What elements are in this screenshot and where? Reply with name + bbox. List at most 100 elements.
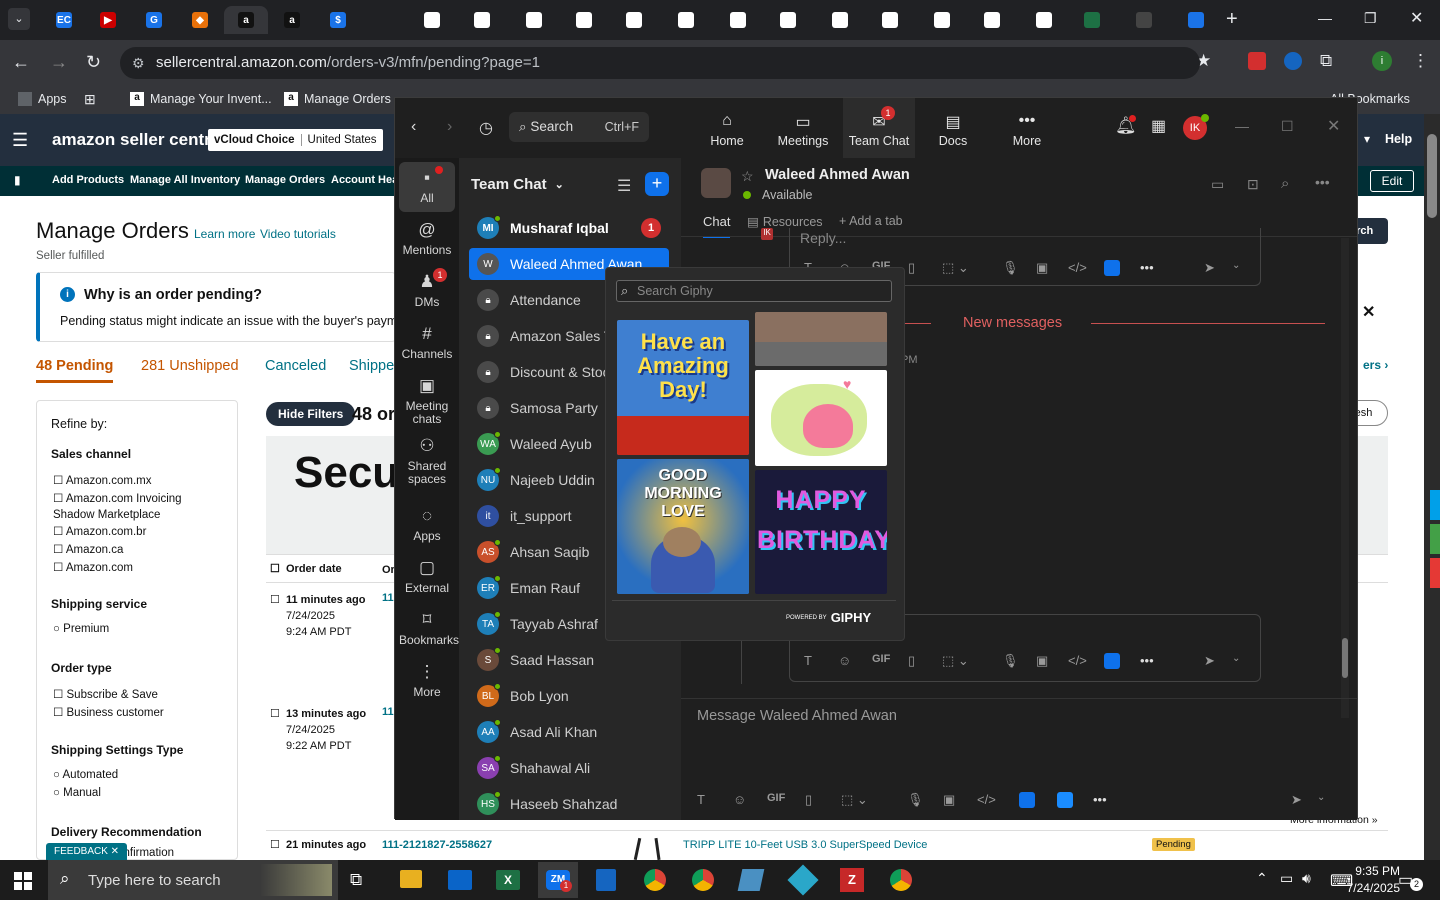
back-icon[interactable]: ‹ [411,118,416,136]
hide-filters-button[interactable]: Hide Filters [266,402,356,426]
send-icon[interactable]: ➤ [1204,260,1215,276]
chrome-menu-icon[interactable]: ⋮ [1412,51,1429,71]
feedback-tab[interactable]: FEEDBACK ✕ [46,843,128,861]
gif-good-morning[interactable]: GOOD MORNING LOVE [617,459,749,594]
windows-start-icon[interactable] [14,872,32,890]
tab-canceled[interactable]: Canceled [265,358,326,374]
order-id-link[interactable]: 111-2121827-2558627 [382,839,492,851]
browser-tab[interactable] [564,6,604,34]
chat-list-item[interactable]: AA Asad Ali Khan [469,716,669,748]
browser-tab[interactable]: ▶ [86,6,130,34]
browser-tab[interactable]: a [270,6,314,34]
address-bar[interactable]: ⚙ sellercentral.amazon.com/orders-v3/mfn… [120,47,1200,79]
video-tutorials-link[interactable]: Video tutorials [260,227,336,241]
help-link[interactable]: Help [1385,132,1412,146]
rail-channels[interactable]: # Channels [399,318,455,368]
browser-tab[interactable] [1176,6,1216,34]
order-id-link[interactable]: 11 [382,592,394,604]
chevron-down-icon[interactable]: ⌄ [1232,260,1240,271]
file-icon[interactable]: ▯ [908,653,915,669]
profile-avatar[interactable]: i [1372,51,1392,71]
filter-icon[interactable]: ☰ [617,176,631,196]
video-message-icon[interactable]: ▣ [1036,260,1048,276]
gif-amazing-day[interactable]: Have an Amazing Day! [617,320,749,455]
file-icon[interactable]: ▯ [908,260,915,276]
search-icon[interactable]: ⌕ [1281,175,1289,192]
video-call-icon[interactable]: ▭ [1211,176,1224,193]
maximize-icon[interactable]: ☐ [1281,118,1294,135]
bookmark-manage-inventory[interactable]: a Manage Your Invent... [130,92,272,106]
browser-tab[interactable] [820,6,860,34]
browser-tab[interactable] [1072,6,1112,34]
browser-tab[interactable] [1024,6,1064,34]
browser-tab[interactable]: $ [316,6,360,34]
app-icon[interactable] [737,869,765,891]
table-row[interactable]: ☐ 13 minutes ago 7/24/2025 9:22 AM PDT [270,706,366,754]
browser-tab[interactable] [922,6,962,34]
back-icon[interactable]: ← [12,52,30,73]
browser-tab[interactable] [462,6,502,34]
emoji-icon[interactable]: ☺ [838,653,851,668]
chat-list-item[interactable]: BL Bob Lyon [469,680,669,712]
maximize-icon[interactable]: ❐ [1364,10,1377,27]
learn-more-link[interactable]: Learn more [194,227,255,241]
filter-checkbox[interactable]: ☐ Amazon.com [53,560,225,578]
chat-list-item[interactable]: HS Haseeb Shahzad [469,788,669,820]
video-message-icon[interactable]: ▣ [943,792,955,808]
code-snippet-icon[interactable]: </> [1068,260,1087,275]
tab-groups-icon[interactable]: ⊞ [84,91,96,108]
more-tools-icon[interactable]: ••• [1093,792,1107,807]
tab-resources[interactable]: ▤ Resources [747,214,823,230]
rail-more[interactable]: ⋮ More [399,656,455,706]
format-text-icon[interactable]: T [804,653,812,668]
more-options-icon[interactable]: ••• [1315,174,1330,190]
chat-list-item[interactable]: SA Shahawal Ali [469,752,669,784]
bookmark-apps[interactable]: Apps [18,92,67,106]
tab-pending[interactable]: 48 Pending [36,358,114,383]
format-text-icon[interactable]: T [697,792,705,807]
nav-account-health[interactable]: Account Heal [331,174,401,186]
rail-external[interactable]: ▢ External [399,552,455,602]
task-view-icon[interactable]: ⧉ [350,870,362,890]
code-snippet-icon[interactable]: </> [1068,653,1087,668]
minimize-icon[interactable]: — [1235,118,1249,134]
chrome-icon[interactable] [692,869,714,891]
history-icon[interactable]: ◷ [479,118,493,138]
topnav-docs[interactable]: ▤ Docs [917,112,989,148]
extension-icon[interactable] [1284,52,1302,70]
bookmark-manage-orders[interactable]: a Manage Orders [284,92,391,106]
calendar-icon[interactable]: ▦ [1151,116,1166,136]
scrollbar-thumb[interactable] [1427,134,1437,218]
calculator-icon[interactable] [596,869,616,891]
tab-unshipped[interactable]: 281 Unshipped [141,358,239,374]
app-icon[interactable] [1104,653,1120,669]
search-input[interactable]: ⌕ Search Ctrl+F [509,112,649,142]
rail-dms[interactable]: ♟ DMs 1 [399,266,455,316]
microphone-icon[interactable]: 🎙︎ [1002,260,1019,276]
extension-icon[interactable] [1248,52,1266,70]
code-snippet-icon[interactable]: </> [977,792,996,807]
tab-search-icon[interactable]: ⌄ [8,8,30,30]
app-icon[interactable] [1019,792,1035,808]
tab-shipped[interactable]: Shippe [349,358,394,374]
more-tools-icon[interactable]: ••• [1140,260,1154,275]
filezilla-icon[interactable]: Z [840,868,864,892]
close-banner-icon[interactable]: ✕ [1362,302,1375,322]
send-icon[interactable]: ➤ [1204,653,1215,669]
screenshot-icon[interactable]: ⬚ ⌄ [942,653,969,669]
network-icon[interactable]: ▭ [1280,870,1293,887]
filter-radio[interactable]: ○ Manual [53,787,101,799]
filter-radio[interactable]: ○ Automated [53,769,118,781]
orders-link[interactable]: ers › [1363,358,1388,372]
filter-checkbox[interactable]: ☐ Amazon.com Invoicing Shadow Marketplac… [53,491,225,524]
star-icon[interactable]: ☆ [741,168,754,185]
rail-all[interactable]: ▪ All [399,162,455,212]
message-input[interactable]: Message Waleed Ahmed Awan [697,708,1327,748]
browser-tab[interactable]: ◆ [178,6,222,34]
gif-heart[interactable]: ♥ [755,370,887,466]
browser-tab[interactable] [972,6,1012,34]
taskbar-search[interactable]: ⌕ Type here to search [48,860,338,900]
scrollbar-thumb[interactable] [1342,638,1348,678]
chat-list-item[interactable]: S Saad Hassan [469,644,669,676]
bookmark-icon[interactable]: ▮ [14,173,21,187]
